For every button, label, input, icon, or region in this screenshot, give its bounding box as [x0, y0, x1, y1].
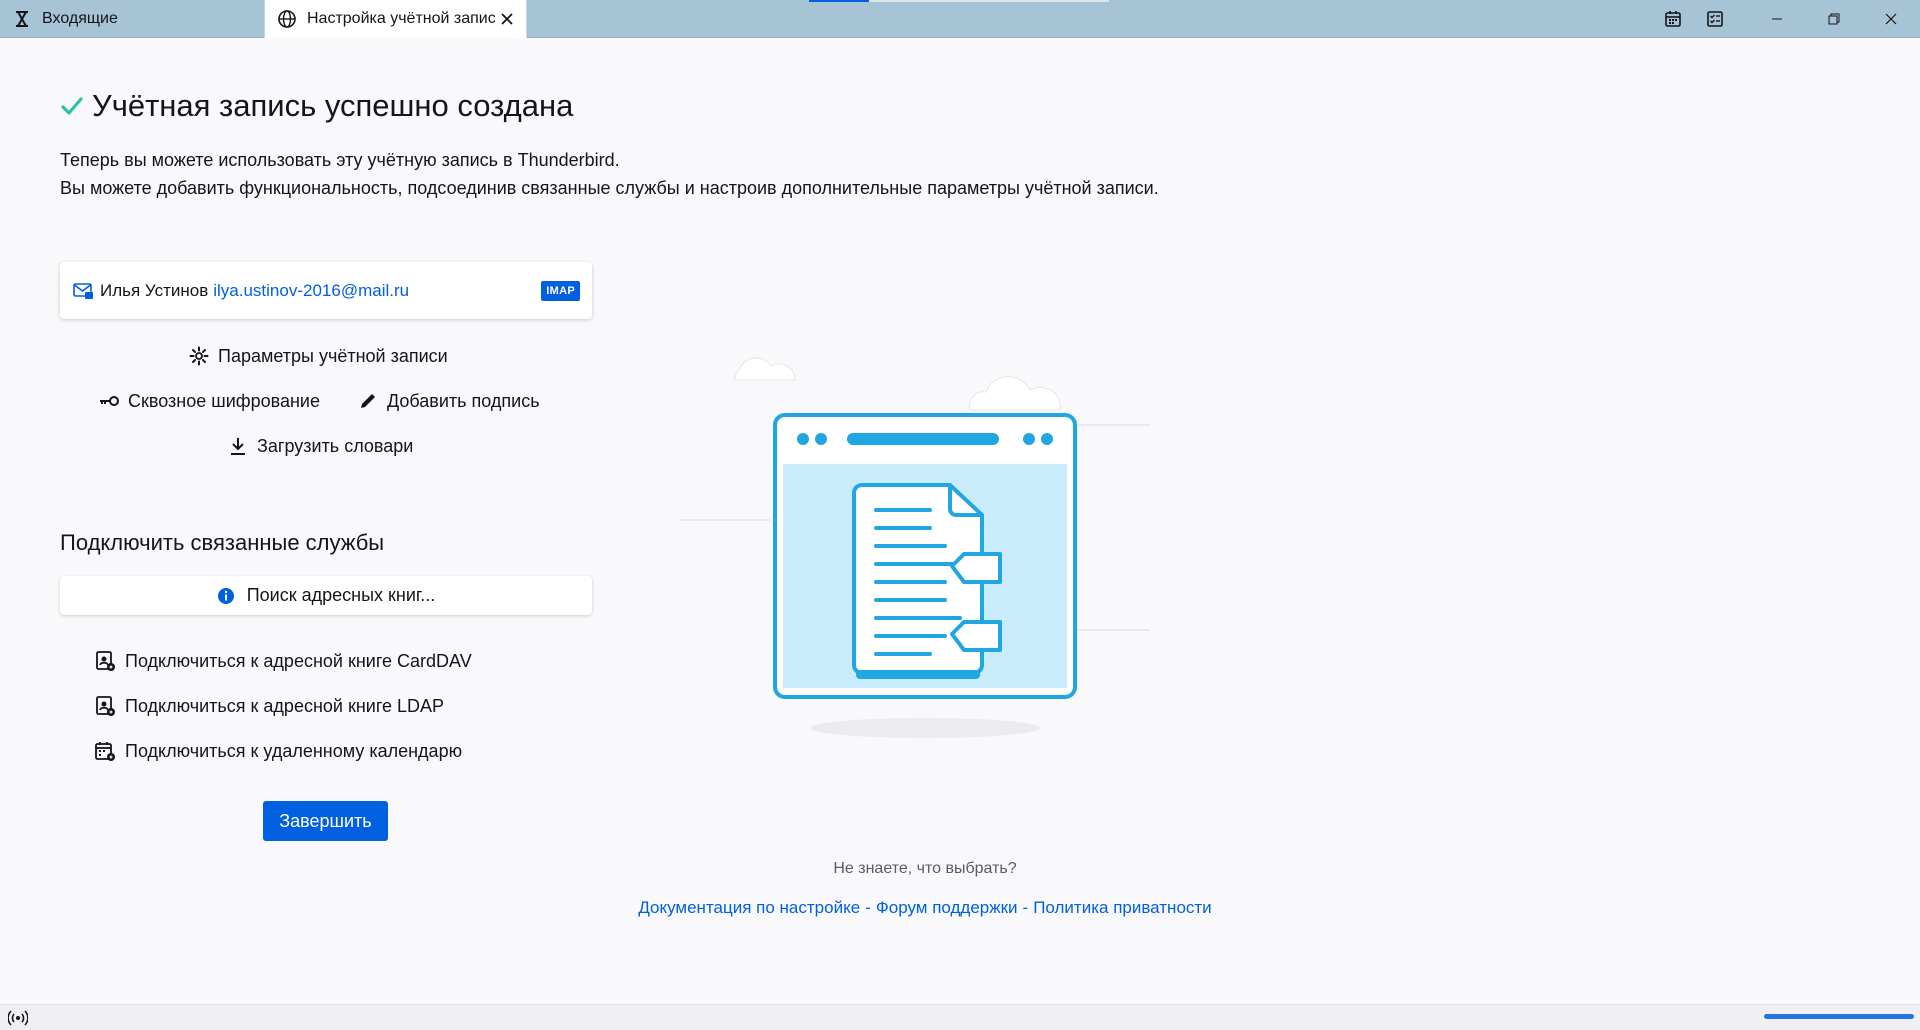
account-card: Илья Устинов ilya.ustinov-2016@mail.ru I… — [60, 262, 592, 319]
link-separator: - — [865, 898, 871, 917]
search-address-books-label: Поиск адресных книг... — [246, 585, 436, 605]
gear-icon — [188, 345, 210, 367]
connect-ldap-label: Подключиться к адресной книге LDAP — [125, 695, 445, 716]
calendar-add-icon — [95, 742, 115, 761]
globe-icon — [277, 9, 297, 29]
docs-link[interactable]: Документация по настройке — [638, 898, 860, 917]
title-bar-accent — [809, 0, 869, 2]
cloud-decoration — [734, 357, 1061, 411]
download-icon — [227, 435, 249, 457]
tasks-icon[interactable] — [1692, 0, 1738, 38]
account-settings-link[interactable]: Параметры учётной записи — [188, 345, 448, 367]
e2e-encryption-label: Сквозное шифрование — [128, 390, 320, 411]
connect-calendar-label: Подключиться к удаленному календарю — [125, 740, 463, 761]
status-bar — [0, 1004, 1920, 1030]
page-title: Учётная запись успешно создана — [60, 88, 573, 124]
link-separator: - — [1022, 898, 1029, 917]
tab-account-setup-label: Настройка учётной записи — [307, 10, 495, 27]
pencil-icon — [357, 390, 379, 412]
address-book-icon — [96, 651, 115, 671]
tab-inbox-label: Входящие — [42, 10, 118, 27]
e2e-encryption-link[interactable]: Сквозное шифрование — [98, 390, 320, 412]
download-dictionaries-label: Загрузить словари — [257, 435, 414, 456]
checkmark-icon — [61, 97, 83, 115]
title-bar: Входящие Настройка учётной записи — [0, 0, 1920, 38]
search-address-books-button[interactable]: Поиск адресных книг... — [60, 576, 592, 615]
account-name: Илья Устинов — [100, 280, 209, 300]
intro-line-1: Теперь вы можете использовать эту учётну… — [60, 150, 620, 170]
linked-services-title: Подключить связанные службы — [60, 530, 385, 555]
privacy-policy-link[interactable]: Политика приватности — [1033, 898, 1211, 917]
title-bar-accent-secondary — [869, 0, 1109, 2]
download-dictionaries-link[interactable]: Загрузить словари — [227, 435, 413, 457]
finish-button[interactable]: Завершить — [263, 801, 388, 841]
support-forum-link[interactable]: Форум поддержки — [876, 898, 1018, 917]
connect-ldap-link[interactable]: Подключиться к адресной книге LDAP — [94, 695, 444, 717]
thunderbird-icon — [12, 9, 32, 29]
activity-progress-bar — [1764, 1014, 1914, 1019]
online-status-icon[interactable] — [8, 1009, 28, 1027]
imap-badge: IMAP — [541, 280, 580, 301]
account-settings-label: Параметры учётной записи — [218, 345, 448, 366]
intro-line-2: Вы можете добавить функциональность, под… — [60, 178, 1159, 198]
account-email: ilya.ustinov-2016@mail.ru — [213, 280, 410, 300]
page-title-text: Учётная запись успешно создана — [92, 88, 574, 123]
connect-calendar-link[interactable]: Подключиться к удаленному календарю — [94, 740, 462, 762]
help-question: Не знаете, что выбрать? — [833, 860, 1017, 877]
help-links: Документация по настройке - Форум поддержк… — [0, 898, 1850, 918]
add-signature-label: Добавить подпись — [387, 390, 540, 411]
calendar-icon[interactable] — [1650, 0, 1696, 38]
restore-icon[interactable] — [1811, 0, 1857, 38]
tab-account-setup[interactable]: Настройка учётной записи — [264, 0, 527, 38]
info-icon — [217, 587, 234, 604]
address-book-icon — [96, 696, 115, 716]
add-signature-link[interactable]: Добавить подпись — [357, 390, 540, 412]
mail-account-icon — [73, 282, 93, 299]
close-window-icon[interactable] — [1868, 0, 1914, 38]
close-tab-icon[interactable] — [497, 9, 517, 29]
account-document-illustration — [680, 357, 1150, 738]
intro-text: Теперь вы можете использовать эту учётну… — [60, 146, 1159, 202]
connect-carddav-link[interactable]: Подключиться к адресной книге CardDAV — [94, 650, 472, 672]
key-icon — [98, 390, 120, 412]
tab-inbox[interactable]: Входящие — [0, 0, 263, 38]
connect-carddav-label: Подключиться к адресной книге CardDAV — [125, 650, 472, 671]
minimize-icon[interactable] — [1754, 0, 1800, 38]
